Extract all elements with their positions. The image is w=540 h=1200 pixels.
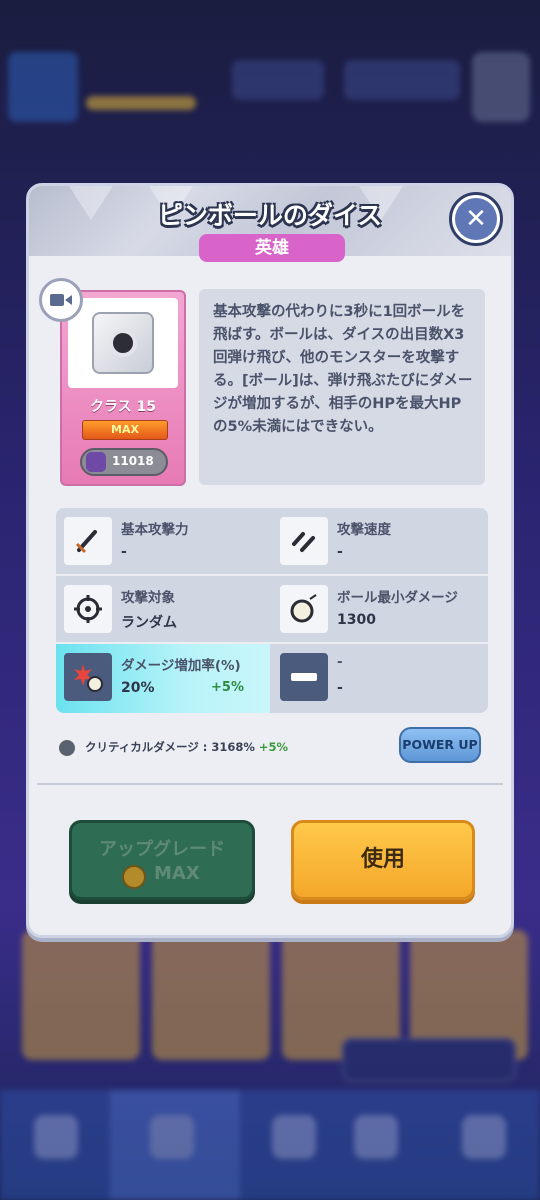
close-icon: ✕	[455, 198, 497, 240]
stat-bonus: +5%	[211, 680, 244, 695]
stat-label: -	[337, 654, 343, 670]
level-max-badge: MAX	[82, 420, 168, 440]
video-camera-icon	[50, 294, 72, 306]
critical-icon	[57, 738, 77, 758]
upgrade-label: アップグレード	[99, 839, 225, 860]
critical-damage-bonus: +5%	[258, 740, 289, 754]
dice-count-value: 11018	[112, 454, 154, 468]
stat-attack-speed: 攻撃速度 -	[272, 508, 486, 574]
nav-icon	[34, 1115, 78, 1159]
nav-icon	[354, 1115, 398, 1159]
modal-title: ピンボールのダイス	[157, 201, 383, 230]
background-button	[342, 1038, 516, 1082]
stat-label: ボール最小ダメージ	[337, 590, 458, 606]
stat-target: 攻撃対象 ランダム	[56, 576, 270, 642]
video-button[interactable]	[39, 278, 83, 322]
stat-value: -	[337, 680, 343, 696]
menu-icon	[472, 52, 530, 122]
dice-description: 基本攻撃の代わりに3秒に1回ボールを飛ばす。ボールは、ダイスの出目数X3回弾け飛…	[199, 289, 485, 485]
stat-label: 攻撃速度	[337, 522, 391, 538]
stat-value: ランダム	[121, 615, 177, 631]
stat-label: 攻撃対象	[121, 590, 175, 606]
dice-count: 11018	[80, 448, 168, 476]
dice-icon	[92, 312, 154, 374]
dice-info-modal: ピンボールのダイス ✕ 英雄 クラス 15 MAX 11018 基本攻撃の代わり…	[26, 183, 514, 938]
ball-icon	[280, 585, 328, 633]
upgrade-cost: MAX	[154, 863, 200, 884]
stat-value: -	[337, 544, 343, 560]
class-label: クラス 15	[89, 399, 157, 415]
stats-grid: 基本攻撃力 - 攻撃速度 - 攻撃対象 ランダム ボール最小ダメージ 1300	[56, 508, 488, 713]
dice-card: クラス 15 MAX 11018	[60, 290, 186, 486]
nav-icon	[150, 1115, 194, 1159]
stat-value: 20%	[121, 680, 155, 696]
critical-damage-label: クリティカルダメージ : 3168%	[85, 740, 255, 754]
deck-card	[22, 930, 140, 1060]
nav-icon	[272, 1115, 316, 1159]
attack-speed-icon	[280, 517, 328, 565]
dice-pip	[109, 329, 137, 357]
use-button[interactable]: 使用	[291, 820, 475, 900]
stat-ball-min-damage: ボール最小ダメージ 1300	[272, 576, 486, 642]
stat-label: 基本攻撃力	[121, 522, 189, 538]
power-up-button[interactable]: POWER UP	[399, 727, 481, 763]
stat-attack: 基本攻撃力 -	[56, 508, 270, 574]
avatar	[8, 52, 78, 122]
upgrade-button[interactable]: アップグレード MAX	[69, 820, 255, 900]
stat-damage-increase: ダメージ増加率(%) 20% +5%	[56, 644, 270, 713]
deck-card	[152, 930, 270, 1060]
damage-increase-icon	[64, 653, 112, 701]
stat-empty: - -	[272, 644, 486, 710]
sword-icon	[64, 517, 112, 565]
dice-image-frame	[68, 298, 178, 388]
dice-count-icon	[86, 452, 106, 472]
stat-value: 1300	[337, 612, 376, 628]
currency-chip	[232, 60, 324, 100]
close-button[interactable]: ✕	[449, 192, 503, 246]
dash-icon	[280, 653, 328, 701]
bottom-nav	[0, 1090, 540, 1200]
critical-damage: クリティカルダメージ : 3168% +5%	[85, 739, 288, 755]
exp-bar	[86, 96, 196, 110]
stat-label: ダメージ増加率(%)	[121, 658, 241, 674]
nav-icon	[462, 1115, 506, 1159]
crosshair-icon	[64, 585, 112, 633]
coin-icon	[122, 865, 146, 889]
currency-chip	[344, 60, 460, 100]
stat-value: -	[121, 544, 127, 560]
modal-divider	[37, 783, 503, 785]
rarity-badge: 英雄	[199, 234, 345, 262]
